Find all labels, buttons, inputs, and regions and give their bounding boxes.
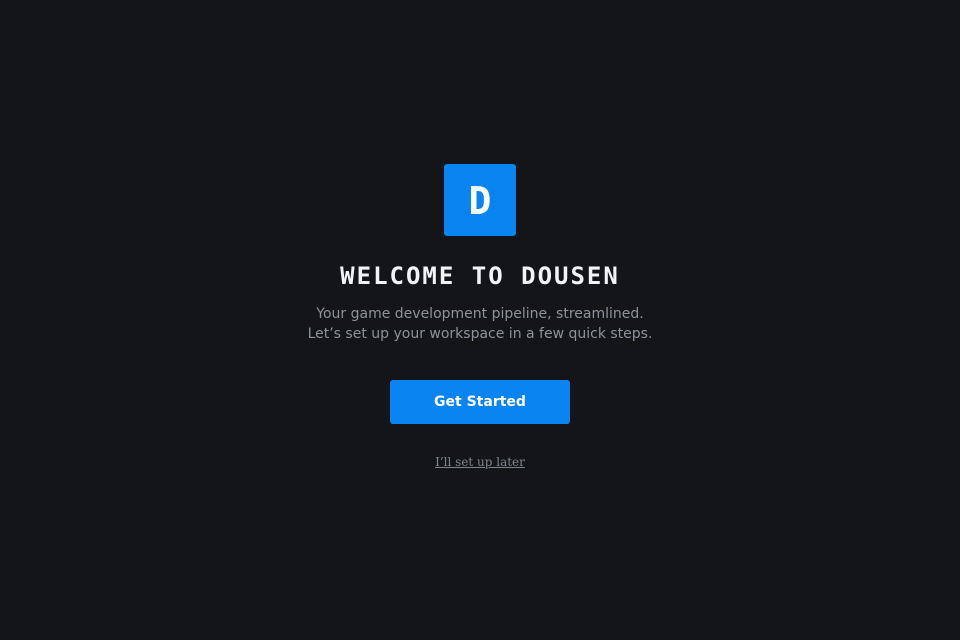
page-title: WELCOME TO DOUSEN <box>340 262 620 290</box>
welcome-screen: D WELCOME TO DOUSEN Your game developmen… <box>0 0 960 640</box>
welcome-panel: D WELCOME TO DOUSEN Your game developmen… <box>0 164 960 470</box>
welcome-subtitle: Your game development pipeline, streamli… <box>308 304 653 344</box>
logo-letter: D <box>468 179 492 223</box>
subtitle-line: Your game development pipeline, streamli… <box>316 306 644 322</box>
get-started-button[interactable]: Get Started <box>390 380 570 424</box>
subtitle-line: Let’s set up your workspace in a few qui… <box>307 326 653 342</box>
setup-later-link[interactable]: I’ll set up later <box>435 454 525 470</box>
app-logo: D <box>444 164 516 236</box>
